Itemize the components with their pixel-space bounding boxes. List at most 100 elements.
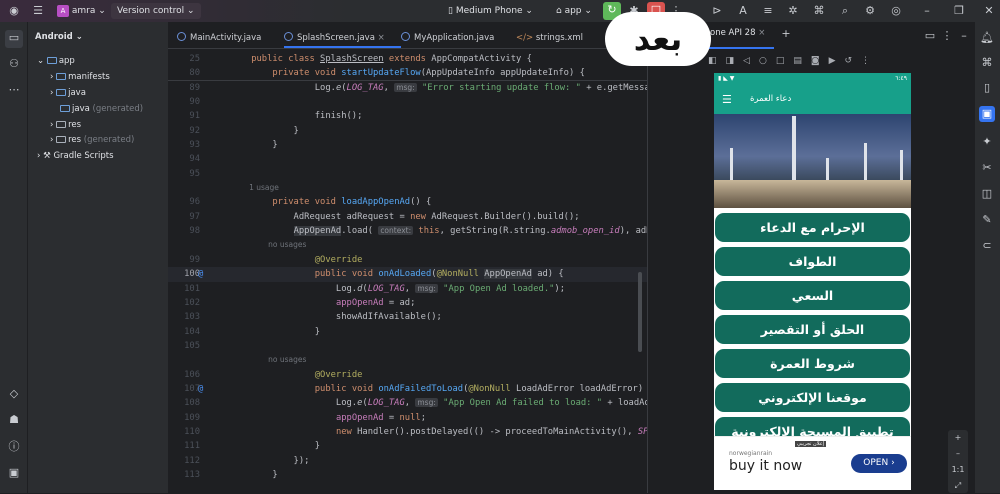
line-number[interactable]: 109	[176, 411, 200, 425]
menu-button[interactable]: السعي	[715, 281, 910, 310]
tree-item-java[interactable]: › java	[50, 88, 86, 98]
restore-icon[interactable]: ❐	[951, 3, 967, 19]
line-number[interactable]: 97	[176, 210, 200, 224]
more-tools-icon[interactable]: ⋯	[6, 82, 22, 98]
code-hint[interactable]: no usages	[168, 238, 647, 252]
code-line[interactable]: 93 }	[168, 138, 647, 152]
line-number[interactable]: 112	[176, 454, 200, 468]
code-line[interactable]: 92 }	[168, 124, 647, 138]
line-number[interactable]: 113	[176, 468, 200, 482]
device-toolbar[interactable]: ◧◨◁○□▤◙▶↺⋮	[708, 56, 879, 66]
hamburger-menu-icon[interactable]: ☰	[722, 85, 732, 114]
ad-open-button[interactable]: OPEN ›	[851, 454, 907, 473]
close-window-icon[interactable]: ✕	[981, 3, 997, 19]
window-layout-icon[interactable]: ▭	[922, 28, 938, 44]
code-line[interactable]: 80 private void startUpdateFlow(AppUpdat…	[168, 66, 647, 81]
line-number[interactable]: 98	[176, 224, 200, 238]
zoom-fit-icon[interactable]: ⤢	[948, 478, 968, 494]
running-devices-icon[interactable]: ▣	[979, 106, 995, 122]
code-line[interactable]: 90	[168, 95, 647, 109]
snapshot-icon[interactable]: ↺	[845, 56, 862, 66]
pen-icon[interactable]: ✎	[979, 212, 995, 228]
minimize-icon[interactable]: –	[919, 3, 935, 19]
line-number[interactable]: 103	[176, 310, 200, 324]
code-hint[interactable]: no usages	[168, 353, 647, 367]
line-number[interactable]: 110	[176, 425, 200, 439]
menu-button[interactable]: موقعنا الإلكتروني	[715, 383, 910, 412]
screenshot-icon[interactable]: ◙	[811, 56, 829, 66]
notifications-icon[interactable]: 🔔︎	[979, 30, 995, 46]
close-tab-icon[interactable]: ×	[758, 28, 765, 38]
zoom-out-icon[interactable]: –	[948, 446, 968, 462]
code-line[interactable]: 100 @ public void onAdLoaded(@NonNull App…	[168, 267, 647, 282]
code-hint[interactable]: 1 usage	[168, 181, 647, 195]
line-number[interactable]: 105	[176, 339, 200, 353]
line-number[interactable]: 102	[176, 296, 200, 310]
code-line[interactable]: 103 showAdIfAvailable();	[168, 310, 647, 324]
account-icon[interactable]: ◎	[888, 3, 904, 19]
line-number[interactable]: 92	[176, 124, 200, 138]
menu-button[interactable]: الإحرام مع الدعاء	[715, 213, 910, 242]
device-selector[interactable]: ▯ Medium Phone ⌄	[448, 3, 533, 19]
code-line[interactable]: 112 });	[168, 454, 647, 468]
options-icon[interactable]: ⋮	[939, 28, 955, 44]
code-line[interactable]: 108 Log.e(LOG_TAG, msg: "App Open Ad fai…	[168, 396, 676, 410]
override-gutter-icon[interactable]: @	[198, 382, 203, 396]
code-line[interactable]: 96 private void loadAppOpenAd() {	[168, 195, 647, 209]
code-line[interactable]: 104 }	[168, 325, 647, 339]
profiler-icon[interactable]: ⊳	[709, 3, 725, 19]
tree-item-gradle-scripts[interactable]: › ⚒ Gradle Scripts	[37, 151, 114, 161]
code-line[interactable]: 113 }	[168, 468, 647, 482]
code-line[interactable]: 107 @ public void onAdFailedToLoad(@NonNu…	[168, 382, 654, 396]
code-lines[interactable]: 25 public class SplashScreen extends App…	[168, 52, 683, 482]
code-line[interactable]: 25 public class SplashScreen extends App…	[168, 52, 647, 66]
tree-item-app[interactable]: ⌄ app	[37, 56, 75, 66]
gemini-sparkle-icon[interactable]: ✦	[979, 134, 995, 150]
line-number[interactable]: 95	[176, 167, 200, 181]
translate-icon[interactable]: A	[735, 3, 751, 19]
terminal-icon[interactable]: ▣	[6, 465, 22, 481]
record-icon[interactable]: ▶	[829, 56, 845, 66]
main-menu-icon[interactable]: ☰	[30, 3, 46, 19]
code-line[interactable]: 105	[168, 339, 647, 353]
line-number[interactable]: 111	[176, 439, 200, 453]
close-tab-icon[interactable]: ×	[378, 33, 385, 43]
code-line[interactable]: 102 appOpenAd = ad;	[168, 296, 647, 310]
line-number[interactable]: 89	[176, 81, 200, 95]
tab-myapplication[interactable]: MyApplication.java	[401, 28, 494, 48]
line-number[interactable]: 104	[176, 325, 200, 339]
zoom-in-icon[interactable]: +	[948, 430, 968, 446]
resource-manager-icon[interactable]: ⚇	[6, 56, 22, 72]
mirror-icon[interactable]: ▤	[793, 56, 811, 66]
home-icon[interactable]: ○	[759, 56, 776, 66]
problems-icon[interactable]: ⓘ	[6, 439, 22, 455]
menu-button[interactable]: الطواف	[715, 247, 910, 276]
hide-panel-icon[interactable]: –	[956, 28, 972, 44]
code-line[interactable]: 99 @Override	[168, 253, 647, 267]
zoom-actual-size[interactable]: 1:1	[948, 462, 968, 478]
code-line[interactable]: 91 finish();	[168, 109, 647, 123]
device-file-icon[interactable]: ▯	[979, 80, 995, 96]
code-line[interactable]: 101 Log.d(LOG_TAG, msg: "App Open Ad loa…	[168, 282, 647, 296]
device-manager-icon[interactable]: ⌘	[979, 55, 995, 71]
line-number[interactable]: 107	[176, 382, 200, 396]
tab-mainactivity[interactable]: MainActivity.java	[177, 28, 261, 48]
code-line[interactable]: 95	[168, 167, 647, 181]
editor-scrollbar[interactable]	[638, 272, 642, 352]
build-variants-icon[interactable]: ✂	[979, 160, 995, 176]
settings-icon[interactable]: ⚙	[862, 3, 878, 19]
tree-item-res[interactable]: › res	[50, 120, 81, 130]
project-selector[interactable]: A amra ⌄	[57, 3, 106, 19]
tab-splashscreen[interactable]: SplashScreen.java ×	[284, 28, 401, 48]
bug-icon[interactable]: ✲	[785, 3, 801, 19]
line-number[interactable]: 101	[176, 282, 200, 296]
line-number[interactable]: 94	[176, 152, 200, 166]
line-number[interactable]: 80	[176, 66, 200, 80]
app-links-icon[interactable]: ⊂	[979, 238, 995, 254]
overview-icon[interactable]: □	[776, 56, 794, 66]
back-icon[interactable]: ◁	[743, 56, 759, 66]
fold-icon[interactable]: ◧	[708, 56, 726, 66]
device-manager-icon[interactable]: ⌘	[811, 3, 827, 19]
gemini-icon[interactable]: ◇	[6, 386, 22, 402]
run-config-selector[interactable]: ⌂ app ⌄	[556, 3, 592, 19]
